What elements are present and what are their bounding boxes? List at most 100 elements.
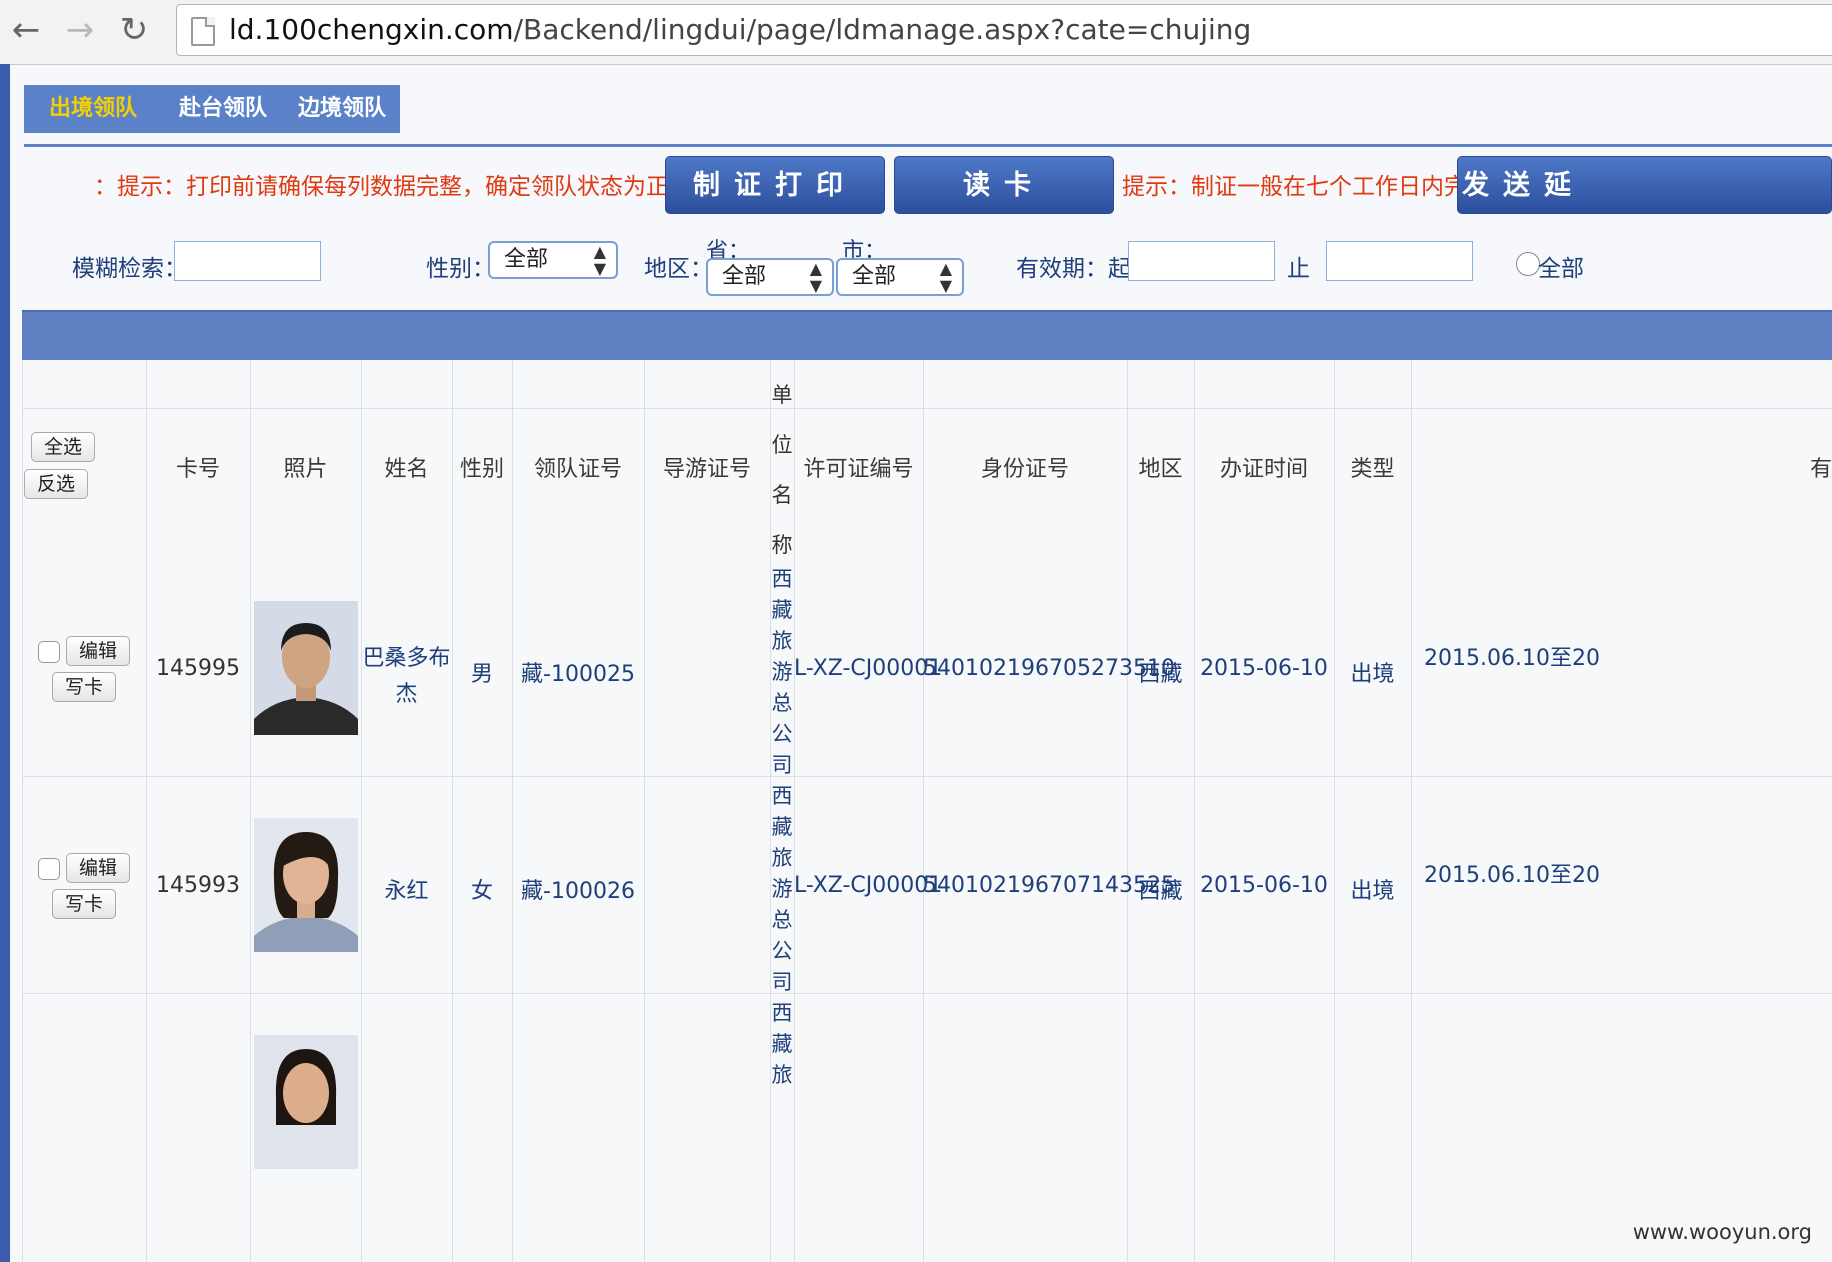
region-label: 地区： [644,256,713,282]
header-card-no: 卡号 [175,457,220,482]
row-checkbox[interactable] [38,641,60,663]
row-type: 出境 [1350,662,1395,687]
select-arrows-icon: ▲ ▼ [809,259,822,295]
leader-photo [254,818,358,952]
gender-select-value: 全部 [504,247,549,272]
url-path: /Backend/lingdui/page/ldmanage.aspx?cate… [513,13,1252,46]
header-guide-cert: 导游证号 [662,457,751,482]
header-unit-char: 名 [771,483,793,507]
row-permit-no: L-XZ-CJ00001 [794,656,943,681]
tab-border-leader[interactable]: 边境领队 [284,85,400,133]
row-id-no: 540102196705273510 [923,656,1175,681]
select-all-button[interactable]: 全选 [31,432,95,462]
leader-photo [254,601,358,735]
row-unit-char: 旅 [771,1063,793,1087]
url-text: ld.100chengxin.com/Backend/lingdui/page/… [229,13,1251,46]
row-unit-char: 西 [771,784,793,808]
header-issue-date: 办证时间 [1219,457,1308,482]
header-validity: 有 [1809,457,1832,482]
row-unit-char: 藏 [771,598,793,622]
row-unit-char: 旅 [771,846,793,870]
validity-start-input[interactable] [1128,241,1275,281]
header-region: 地区 [1138,457,1183,482]
row-unit-char: 西 [771,1001,793,1025]
back-icon[interactable]: ← [6,10,46,50]
row-type: 出境 [1350,879,1395,904]
url-host: ld.100chengxin.com [229,13,514,46]
row-leader-cert: 藏-100025 [521,662,635,687]
read-card-button[interactable]: 读卡 [894,156,1114,214]
tab-outbound-leader[interactable]: 出境领队 [24,85,162,133]
header-id-no: 身份证号 [980,457,1069,482]
row-name-line: 巴桑多布 [362,646,451,671]
header-unit-char: 位 [771,433,793,457]
row-unit-char: 藏 [771,1032,793,1056]
header-permit-no: 许可证编号 [803,457,914,482]
grid-line [22,776,1832,777]
row-unit-char: 游 [771,660,793,684]
row-name: 巴桑多布 杰 [361,640,452,708]
row-region: 西藏 [1138,879,1183,904]
portrait-female-image [254,818,358,952]
row-region: 西藏 [1138,662,1183,687]
fuzzy-search-label: 模糊检索： [72,256,187,282]
make-card-tip: 提示：制证一般在七个工作日内完成 [1122,174,1490,200]
address-bar[interactable]: ld.100chengxin.com/Backend/lingdui/page/… [176,4,1832,56]
portrait-female-image [254,1035,358,1169]
gender-label: 性别： [426,256,495,282]
row-unit-char: 西 [771,567,793,591]
row-unit-char: 游 [771,877,793,901]
row-unit-char: 司 [771,970,793,994]
forward-icon[interactable]: → [60,10,100,50]
select-arrows-icon: ▲ ▼ [593,242,606,278]
grid-line [22,408,1832,409]
page-content: 出境领队 赴台领队 边境领队 ：提示：打印前请确保每列数据完整，确定领队状态为正… [10,65,1832,1262]
invert-selection-button[interactable]: 反选 [24,469,88,499]
grid-line [22,993,1832,994]
fuzzy-search-input[interactable] [174,241,321,281]
browser-toolbar: ← → ↻ ld.100chengxin.com/Backend/lingdui… [0,0,1832,65]
province-select-value: 全部 [722,264,767,289]
row-unit-name: 西 藏 旅 游 总 公 司 [770,781,794,998]
row-validity: 2015.06.10至20 [1424,863,1600,888]
header-leader-cert: 领队证号 [533,457,622,482]
print-card-button[interactable]: 制证打印 [665,156,885,214]
row-issue-date: 2015-06-10 [1200,873,1328,898]
edit-button[interactable]: 编辑 [66,853,130,883]
row-id-no: 540102196707143525 [923,873,1175,898]
row-permit-no: L-XZ-CJ00001 [794,873,943,898]
reload-icon[interactable]: ↻ [114,10,154,50]
validity-start-label: 有效期：起 [1016,256,1131,282]
portrait-male-image [254,601,358,735]
write-card-button[interactable]: 写卡 [52,672,116,702]
header-unit-name: 单 位 名 称 [770,370,794,570]
row-unit-char: 总 [771,908,793,932]
leader-photo [254,1035,358,1169]
row-unit-name: 西 藏 旅 游 总 公 司 [770,564,794,781]
all-radio-label: 全部 [1538,256,1584,282]
all-radio[interactable] [1516,252,1540,276]
leader-table: 全选 反选 卡号 照片 姓名 性别 领队证号 导游证号 单 位 名 称 许可证编… [22,360,1832,1262]
row-name-line: 杰 [395,682,418,707]
city-select-value: 全部 [852,264,897,289]
row-unit-char: 公 [771,722,793,746]
row-issue-date: 2015-06-10 [1200,656,1328,681]
row-card-no: 145993 [156,873,240,898]
write-card-button[interactable]: 写卡 [52,889,116,919]
tab-taiwan-leader[interactable]: 赴台领队 [154,85,292,133]
gender-select[interactable]: 全部 ▲ ▼ [488,241,618,279]
table-title-bar [22,310,1832,362]
row-unit-char: 司 [771,753,793,777]
row-leader-cert: 藏-100026 [521,879,635,904]
edit-button[interactable]: 编辑 [66,636,130,666]
province-select[interactable]: 全部 ▲ ▼ [706,258,834,296]
row-name: 永红 [384,879,429,904]
row-checkbox[interactable] [38,858,60,880]
city-select[interactable]: 全部 ▲ ▼ [836,258,964,296]
page-left-border [0,64,10,1262]
send-delay-button[interactable]: 发送延 [1457,156,1832,214]
row-validity: 2015.06.10至20 [1424,646,1600,671]
row-unit-char: 公 [771,939,793,963]
header-type: 类型 [1350,457,1395,482]
validity-end-input[interactable] [1326,241,1473,281]
